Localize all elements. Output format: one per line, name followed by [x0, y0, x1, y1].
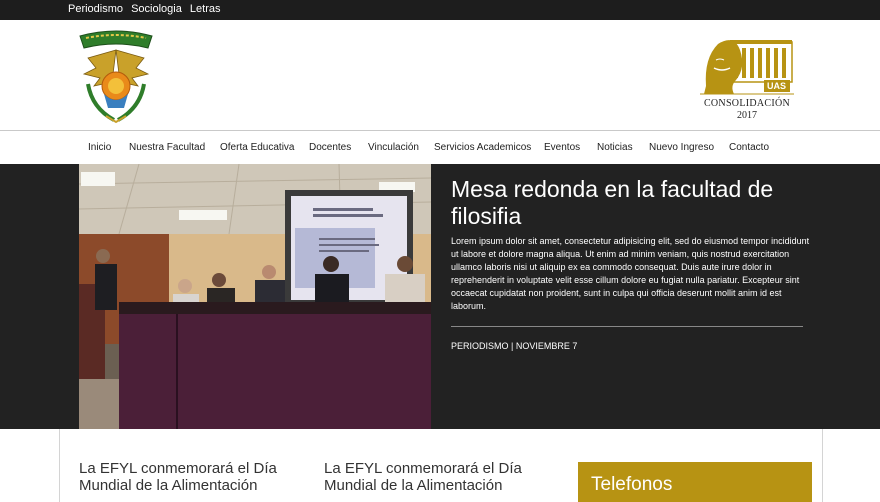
- nav-item-contacto[interactable]: Contacto: [729, 142, 769, 153]
- nav-item-eventos[interactable]: Eventos: [544, 142, 580, 153]
- logo-title-text: CONSOLIDACIÓN: [703, 98, 791, 109]
- main-nav: Inicio Nuestra Facultad Oferta Educativa…: [0, 132, 880, 164]
- nav-item-inicio[interactable]: Inicio: [88, 142, 111, 153]
- hero-divider: [451, 326, 803, 327]
- nav-item-noticias[interactable]: Noticias: [597, 142, 633, 153]
- coat-of-arms-icon[interactable]: [78, 28, 154, 124]
- nav-item-vinculacion[interactable]: Vinculación: [368, 142, 419, 153]
- hero-banner: Mesa redonda en la facultad de filosifia…: [0, 164, 880, 429]
- logo-badge-text: UAS: [767, 81, 787, 91]
- news-item-title[interactable]: La EFYL conmemorará el Día Mundial de la…: [79, 460, 299, 494]
- nav-item-nuevo-ingreso[interactable]: Nuevo Ingreso: [649, 142, 714, 153]
- top-link-letras[interactable]: Letras: [190, 3, 221, 15]
- news-item-title[interactable]: La EFYL conmemorará el Día Mundial de la…: [324, 460, 544, 494]
- site-header: UAS CONSOLIDACIÓN 2017: [0, 20, 880, 131]
- nav-item-docentes[interactable]: Docentes: [309, 142, 351, 153]
- top-link-periodismo[interactable]: Periodismo: [68, 3, 123, 15]
- top-links: Periodismo Sociologia Letras: [68, 3, 226, 15]
- nav-item-oferta-educativa[interactable]: Oferta Educativa: [220, 142, 294, 153]
- top-link-sociologia[interactable]: Sociologia: [131, 3, 182, 15]
- hero-title[interactable]: Mesa redonda en la facultad de filosifia: [451, 176, 831, 230]
- telefonos-heading: Telefonos: [591, 474, 673, 495]
- conference-photo-image[interactable]: [79, 164, 431, 429]
- nav-item-nuestra-facultad[interactable]: Nuestra Facultad: [129, 142, 205, 153]
- hero-meta-category-date: PERIODISMO | NOVIEMBRE 7: [451, 341, 578, 351]
- logo-year-text: 2017: [737, 110, 757, 121]
- telefonos-panel: Telefonos: [578, 462, 812, 502]
- uas-consolidacion-logo[interactable]: UAS CONSOLIDACIÓN 2017: [700, 28, 794, 124]
- top-bar: Periodismo Sociologia Letras: [0, 0, 880, 20]
- nav-item-servicios-academicos[interactable]: Servicios Academicos: [434, 142, 531, 153]
- hero-body-text: Lorem ipsum dolor sit amet, consectetur …: [451, 236, 810, 311]
